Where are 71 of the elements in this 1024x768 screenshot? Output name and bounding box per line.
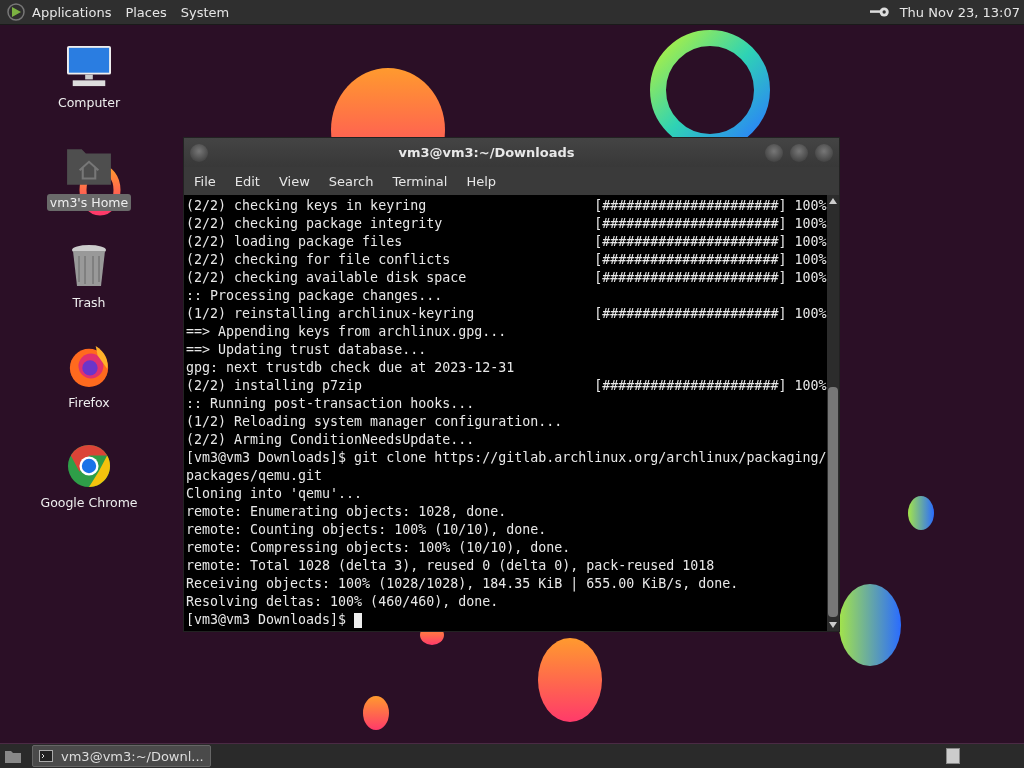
- menu-item[interactable]: Help: [466, 173, 497, 189]
- close-button[interactable]: [815, 143, 833, 162]
- terminal-line: (1/2) reinstalling archlinux-keyring: [186, 305, 476, 323]
- progress-bar-text: [######################]: [594, 197, 787, 215]
- window-menu-button[interactable]: [190, 143, 208, 162]
- terminal-line: remote: Compressing objects: 100% (10/10), done.: [186, 539, 571, 557]
- terminal-icon: [39, 750, 53, 762]
- terminal-line: Resolving deltas: 100% (460/460), done.: [186, 593, 499, 611]
- percent-text: 100%: [794, 215, 827, 233]
- terminal-line: remote: Counting objects: 100% (10/10), done.: [186, 521, 547, 539]
- percent-text: 100%: [794, 377, 827, 395]
- desktop-icon-label[interactable]: Google Chrome: [37, 494, 141, 511]
- task-button[interactable]: vm3@vm3:~/Downl...: [32, 745, 211, 767]
- percent-text: 100%: [794, 197, 827, 215]
- scrollbar[interactable]: [827, 195, 839, 631]
- terminal-line: Cloning into 'qemu'...: [186, 485, 363, 503]
- percent-text: 100%: [794, 233, 827, 251]
- terminal-line: (1/2) Reloading system manager configuration...: [186, 413, 563, 431]
- terminal-line: :: Processing package changes...: [186, 287, 443, 305]
- menu-item[interactable]: View: [278, 173, 310, 189]
- desktop-icon-label[interactable]: vm3's Home: [46, 194, 132, 211]
- progress-bar-text: [######################]: [594, 377, 787, 395]
- clock[interactable]: Thu Nov 23, 13:07: [899, 4, 1020, 20]
- panel-menu[interactable]: Applications: [32, 4, 112, 20]
- key-icon[interactable]: [869, 6, 890, 18]
- terminal-line: remote: Total 1028 (delta 3), reused 0 (delta 0), pack-reused 1018: [186, 557, 715, 575]
- text-cursor: [354, 613, 363, 628]
- scrollbar-thumb[interactable]: [828, 387, 838, 617]
- logo-icon[interactable]: [6, 2, 26, 22]
- terminal-line: (2/2) checking package integrity: [186, 215, 444, 233]
- panel-menu[interactable]: System: [180, 4, 230, 20]
- progress-bar-text: [######################]: [594, 233, 787, 251]
- terminal-line: (2/2) Arming ConditionNeedsUpdate...: [186, 431, 475, 449]
- progress-bar-text: [######################]: [594, 251, 787, 269]
- panel-menu[interactable]: Places: [125, 4, 167, 20]
- terminal-line: remote: Enumerating objects: 1028, done.: [186, 503, 507, 521]
- terminal-prompt: [vm3@vm3 Downloads]$: [186, 611, 347, 629]
- terminal-line: ==> Appending keys from archlinux.gpg...: [186, 323, 507, 341]
- menu-item[interactable]: Edit: [234, 173, 260, 189]
- computer-icon[interactable]: [65, 44, 113, 88]
- progress-bar-text: [######################]: [594, 305, 787, 323]
- terminal-line: packages/qemu.git: [186, 467, 323, 485]
- scroll-down-icon[interactable]: [829, 622, 837, 628]
- terminal-line: (2/2) checking available disk space: [186, 269, 468, 287]
- terminal-line: gpg: next trustdb check due at 2023-12-31: [186, 359, 515, 377]
- terminal-line: ==> Updating trust database...: [186, 341, 427, 359]
- progress-bar-text: [######################]: [594, 215, 787, 233]
- minimize-button[interactable]: [765, 143, 783, 162]
- chrome-icon[interactable]: [65, 444, 113, 488]
- terminal-line: [vm3@vm3 Downloads]$ git clone https://gitlab.archlinux.org/archlinux/packaging/: [186, 449, 827, 467]
- workspace-switcher[interactable]: [946, 748, 960, 764]
- terminal-line: (2/2) loading package files: [186, 233, 404, 251]
- show-desktop-icon[interactable]: [4, 748, 22, 764]
- percent-text: 100%: [794, 305, 827, 323]
- menu-item[interactable]: Terminal: [392, 173, 448, 189]
- window-title: vm3@vm3:~/Downloads: [397, 145, 576, 160]
- terminal-line: (2/2) installing p7zip: [186, 377, 364, 395]
- menu-item[interactable]: File: [194, 173, 216, 189]
- percent-text: 100%: [794, 269, 827, 287]
- percent-text: 100%: [794, 251, 827, 269]
- menu-item[interactable]: Search: [328, 173, 374, 189]
- terminal-line: (2/2) checking for file conflicts: [186, 251, 452, 269]
- maximize-button[interactable]: [790, 143, 808, 162]
- progress-bar-text: [######################]: [594, 269, 787, 287]
- terminal-line: :: Running post-transaction hooks...: [186, 395, 475, 413]
- desktop-icon-label[interactable]: Trash: [69, 294, 109, 311]
- desktop-icon-label[interactable]: Computer: [54, 94, 124, 111]
- scroll-up-icon[interactable]: [829, 198, 837, 204]
- terminal-line: (2/2) checking keys in keyring: [186, 197, 428, 215]
- terminal-line: Receiving objects: 100% (1028/1028), 184.35 KiB | 655.00 KiB/s, done.: [186, 575, 739, 593]
- desktop-icon-label[interactable]: Firefox: [65, 394, 113, 411]
